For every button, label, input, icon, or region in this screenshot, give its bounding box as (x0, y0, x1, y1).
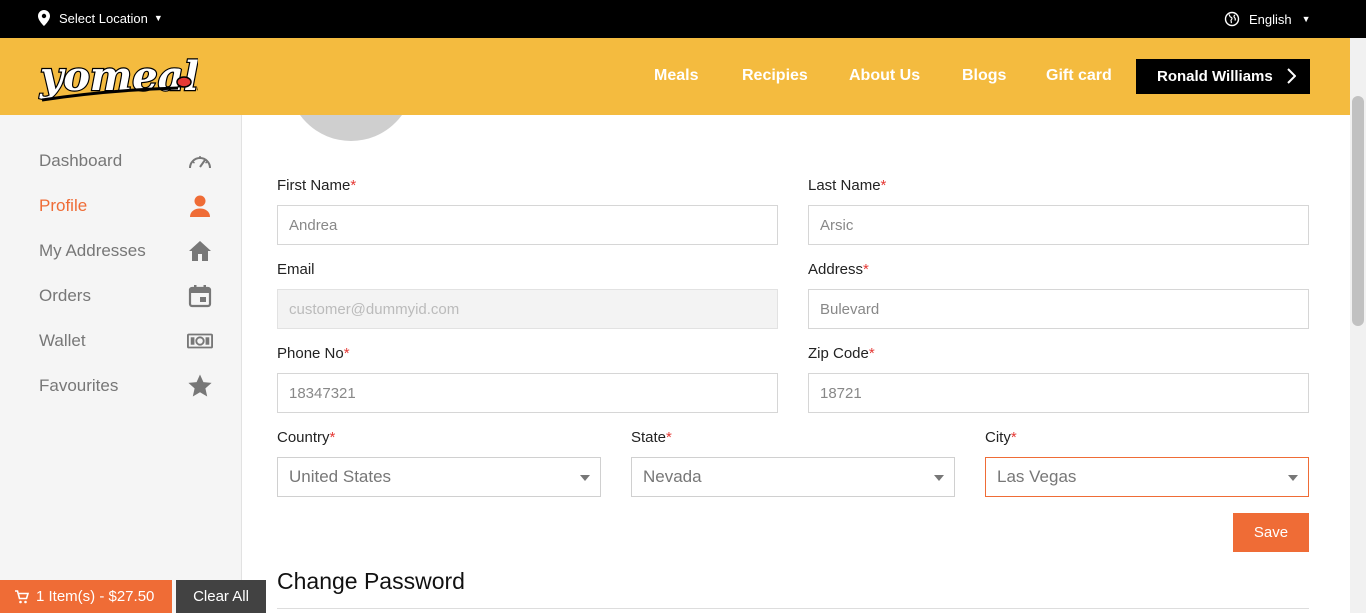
speedometer-icon (189, 156, 211, 169)
clear-all-button[interactable]: Clear All (176, 580, 266, 613)
nav-meals[interactable]: Meals (654, 67, 698, 85)
nav-blogs[interactable]: Blogs (962, 67, 1006, 85)
state-select[interactable]: Nevada (631, 457, 955, 497)
city-value: Las Vegas (997, 467, 1077, 486)
city-label: City* (985, 429, 1017, 446)
required-mark: * (343, 345, 350, 362)
sidebar-item-label: Dashboard (39, 151, 123, 170)
state-label: State* (631, 429, 672, 446)
zip-code-label: Zip Code* (808, 345, 875, 362)
cart-summary-label: 1 Item(s) - $27.50 (36, 588, 155, 605)
required-mark: * (880, 177, 887, 194)
city-select[interactable]: Las Vegas (985, 457, 1309, 497)
address-label: Address* (808, 261, 869, 278)
phone-label: Phone No* (277, 345, 350, 362)
required-mark: * (350, 177, 357, 194)
home-icon (189, 241, 211, 261)
state-value: Nevada (643, 467, 702, 486)
email-field: customer@dummyid.com (277, 289, 778, 329)
cart-summary-button[interactable]: 1 Item(s) - $27.50 (0, 580, 172, 613)
chevron-down-icon (1288, 475, 1298, 481)
star-icon (188, 374, 212, 397)
site-header: yomeals Meals Recipies About Us Blogs Gi… (0, 38, 1350, 115)
country-label: Country* (277, 429, 336, 446)
globe-icon (1224, 11, 1240, 27)
select-location-label: Select Location (59, 10, 148, 26)
required-mark: * (1010, 429, 1017, 446)
account-sidebar: Dashboard Profile My Addresses Orders Wa… (0, 115, 242, 613)
required-mark: * (863, 261, 869, 278)
sidebar-item-orders[interactable]: Orders (39, 281, 213, 311)
user-icon (190, 195, 210, 217)
zip-code-field[interactable]: 18721 (808, 373, 1309, 413)
location-pin-icon (38, 10, 50, 26)
language-selector[interactable]: English ▼ (1224, 11, 1311, 27)
svg-text:yomeals: yomeals (39, 53, 198, 100)
calendar-icon (188, 285, 212, 308)
required-mark: * (329, 429, 336, 446)
change-password-title: Change Password (277, 568, 465, 594)
chevron-down-icon: ▼ (153, 13, 163, 23)
scrollbar-thumb[interactable] (1352, 96, 1364, 326)
sidebar-item-label: Favourites (39, 376, 119, 395)
required-mark: * (868, 345, 875, 362)
sidebar-item-label: My Addresses (39, 241, 146, 260)
first-name-label: First Name* (277, 177, 357, 194)
yomeals-logo[interactable]: yomeals (38, 46, 198, 108)
money-icon (187, 333, 213, 349)
select-location[interactable]: Select Location ▼ (38, 10, 163, 26)
language-label: English (1249, 11, 1292, 27)
user-menu-button[interactable]: Ronald Williams (1136, 59, 1310, 94)
top-bar: Select Location ▼ English ▼ (0, 0, 1366, 38)
nav-about-us[interactable]: About Us (849, 67, 920, 85)
nav-gift-card[interactable]: Gift card (1046, 67, 1112, 85)
cart-icon (15, 589, 29, 603)
save-button[interactable]: Save (1233, 513, 1309, 552)
sidebar-item-label: Wallet (39, 331, 86, 350)
chevron-right-icon (1287, 68, 1296, 84)
sidebar-item-label: Orders (39, 286, 91, 305)
sidebar-item-label: Profile (39, 196, 88, 215)
email-label: Email (277, 261, 315, 278)
last-name-label: Last Name* (808, 177, 887, 194)
chevron-down-icon: ▼ (1301, 14, 1311, 24)
address-field[interactable]: Bulevard (808, 289, 1309, 329)
chevron-down-icon (580, 475, 590, 481)
sidebar-item-my-addresses[interactable]: My Addresses (39, 236, 213, 266)
first-name-field[interactable]: Andrea (277, 205, 778, 245)
phone-field[interactable]: 18347321 (277, 373, 778, 413)
sidebar-item-favourites[interactable]: Favourites (39, 371, 213, 401)
sidebar-item-profile[interactable]: Profile (39, 191, 213, 221)
required-mark: * (666, 429, 672, 446)
country-value: United States (289, 467, 392, 486)
user-name: Ronald Williams (1157, 68, 1273, 85)
sidebar-item-wallet[interactable]: Wallet (39, 326, 213, 356)
country-select[interactable]: United States (277, 457, 601, 497)
chevron-down-icon (934, 475, 944, 481)
last-name-field[interactable]: Arsic (808, 205, 1309, 245)
sidebar-item-dashboard[interactable]: Dashboard (39, 146, 213, 176)
nav-recipies[interactable]: Recipies (742, 67, 808, 85)
divider (277, 608, 1309, 609)
